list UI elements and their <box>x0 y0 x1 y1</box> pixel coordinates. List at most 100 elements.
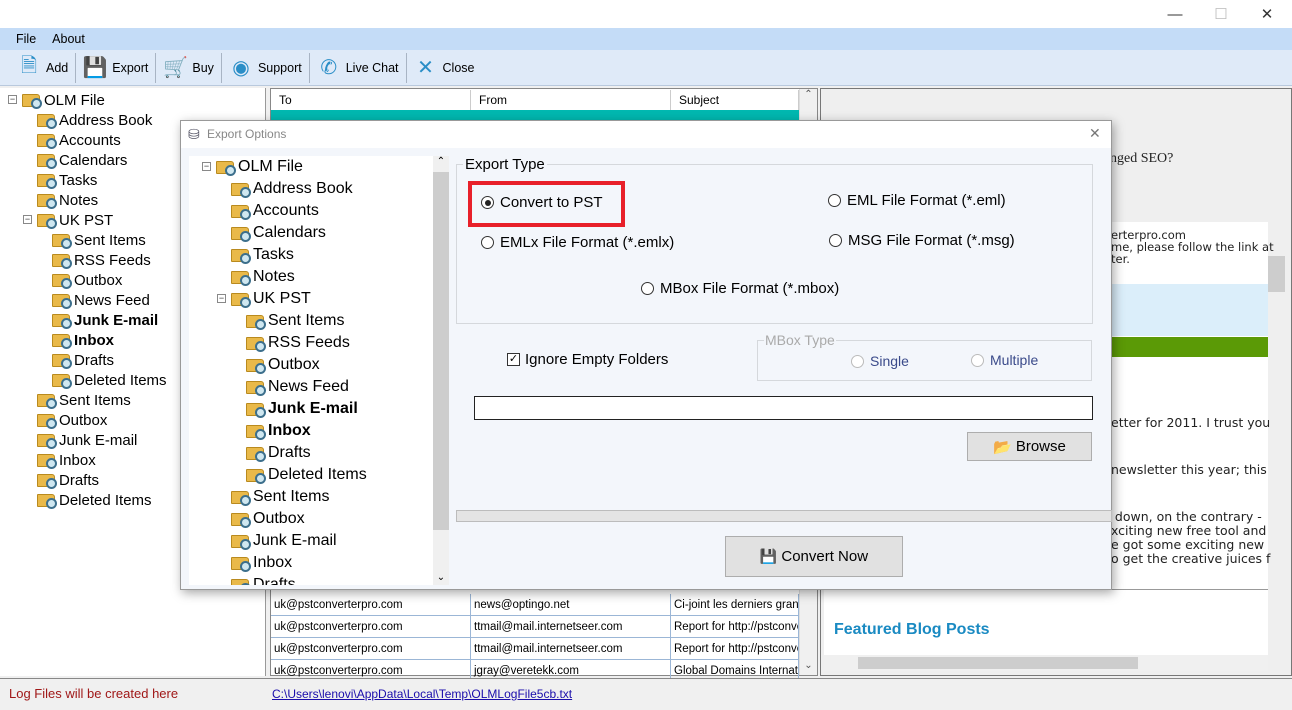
scroll-thumb[interactable] <box>433 172 449 530</box>
tree-item[interactable]: Drafts <box>231 574 296 585</box>
tree-item[interactable]: Inbox <box>37 450 96 470</box>
tree-item[interactable]: Sent Items <box>37 390 131 410</box>
tree-item[interactable]: Deleted Items <box>246 464 367 486</box>
close-window-button[interactable]: ✕ <box>1244 0 1290 28</box>
browse-button[interactable]: 📂 Browse <box>967 432 1092 461</box>
scroll-up-icon[interactable]: ⌃ <box>433 156 449 167</box>
column-header-from[interactable]: From <box>471 90 671 110</box>
tree-item-label: News Feed <box>74 291 150 309</box>
radio-icon[interactable] <box>828 194 841 207</box>
option-convert-to-pst[interactable]: Convert to PST <box>481 194 603 211</box>
table-row[interactable]: uk@pstconverterpro.com news@optingo.net Ci… <box>271 594 799 616</box>
tree-item[interactable]: Sent Items <box>52 230 146 250</box>
close-button[interactable]: ✕ Close <box>407 53 482 83</box>
tree-item[interactable]: Sent Items <box>231 486 329 508</box>
table-row[interactable]: uk@pstconverterpro.com ttmail@mail.intern… <box>271 638 799 660</box>
ignore-empty-folders-checkbox[interactable]: ✓ Ignore Empty Folders <box>507 351 668 368</box>
column-header-subject[interactable]: Subject <box>671 90 799 110</box>
radio-icon[interactable] <box>641 282 654 295</box>
scroll-down-icon[interactable]: ⌄ <box>800 660 817 671</box>
tree-item[interactable]: Accounts <box>37 130 121 150</box>
tree-item[interactable]: Calendars <box>231 222 326 244</box>
tree-item[interactable]: − UK PST <box>23 210 113 230</box>
tree-item[interactable]: Tasks <box>231 244 294 266</box>
column-header-to[interactable]: To <box>271 90 471 110</box>
tree-item-label: Inbox <box>59 451 96 469</box>
tree-item[interactable]: Deleted Items <box>37 490 152 510</box>
tree-item[interactable]: − OLM File <box>202 156 303 178</box>
tree-item[interactable]: − UK PST <box>217 288 311 310</box>
maximize-button[interactable]: ☐ <box>1198 0 1244 28</box>
tree-item-label: UK PST <box>253 290 311 307</box>
radio-icon[interactable] <box>829 234 842 247</box>
option-emlx[interactable]: EMLx File Format (*.emlx) <box>481 234 674 251</box>
tree-item[interactable]: News Feed <box>246 376 349 398</box>
collapse-icon[interactable]: − <box>202 162 211 171</box>
tree-item[interactable]: RSS Feeds <box>246 332 350 354</box>
preview-hscrollbar[interactable] <box>824 655 1268 671</box>
table-row[interactable]: uk@pstconverterpro.com ttmail@mail.intern… <box>271 616 799 638</box>
collapse-icon[interactable]: − <box>23 215 32 224</box>
mbox-multiple-option[interactable]: Multiple <box>971 352 1038 368</box>
option-eml[interactable]: EML File Format (*.eml) <box>828 192 1006 209</box>
tree-item[interactable]: Deleted Items <box>52 370 167 390</box>
export-button[interactable]: 💾 Export <box>76 52 157 83</box>
support-label: Support <box>257 60 302 75</box>
collapse-icon[interactable]: − <box>217 294 226 303</box>
mbox-single-option[interactable]: Single <box>851 353 909 369</box>
dialog-tree-scrollbar[interactable]: ⌃ ⌄ <box>433 156 449 585</box>
tree-item[interactable]: Outbox <box>52 270 122 290</box>
dialog-close-button[interactable]: ✕ <box>1089 125 1101 142</box>
tree-item[interactable]: Notes <box>37 190 98 210</box>
radio-icon[interactable] <box>481 196 494 209</box>
tree-item[interactable]: Outbox <box>37 410 107 430</box>
tree-item[interactable]: Accounts <box>231 200 319 222</box>
buy-button[interactable]: 🛒 Buy <box>156 52 222 83</box>
tree-item[interactable]: News Feed <box>52 290 150 310</box>
tree-item[interactable]: − OLM File <box>8 90 105 110</box>
collapse-icon[interactable]: − <box>8 95 17 104</box>
tree-item[interactable]: Inbox <box>52 330 114 350</box>
tree-item[interactable]: Inbox <box>246 420 311 442</box>
preview-vscrollbar[interactable] <box>1268 244 1285 654</box>
minimize-button[interactable]: — <box>1152 0 1198 28</box>
output-path-input[interactable] <box>474 396 1093 420</box>
tree-item[interactable]: Junk E-mail <box>52 310 158 330</box>
tree-item[interactable]: Outbox <box>246 354 320 376</box>
option-mbox[interactable]: MBox File Format (*.mbox) <box>641 280 839 297</box>
log-path-link[interactable]: C:\Users\lenovi\AppData\Local\Temp\OLMLo… <box>272 687 572 701</box>
add-button[interactable]: 🗎 Add <box>10 52 77 83</box>
menu-file[interactable]: File <box>8 32 44 46</box>
scroll-up-icon[interactable]: ⌃ <box>800 89 817 100</box>
radio-icon[interactable] <box>851 354 864 368</box>
tree-item[interactable]: Junk E-mail <box>231 530 337 552</box>
tree-item[interactable]: Tasks <box>37 170 97 190</box>
checkbox-checked-icon[interactable]: ✓ <box>507 353 520 366</box>
live-chat-button[interactable]: ✆ Live Chat <box>310 52 407 83</box>
tree-item[interactable]: Drafts <box>37 470 99 490</box>
tree-item[interactable]: Calendars <box>37 150 127 170</box>
menu-bar: File About <box>0 28 1292 50</box>
option-label: EML File Format (*.eml) <box>847 192 1006 209</box>
scroll-down-icon[interactable]: ⌄ <box>433 572 449 583</box>
tree-item[interactable]: Sent Items <box>246 310 344 332</box>
radio-icon[interactable] <box>481 236 494 249</box>
scroll-thumb[interactable] <box>1268 256 1285 292</box>
tree-item[interactable]: Address Book <box>37 110 152 130</box>
radio-icon[interactable] <box>971 353 984 367</box>
scroll-thumb[interactable] <box>858 657 1138 669</box>
tree-item-label: Deleted Items <box>59 491 152 509</box>
tree-item[interactable]: Junk E-mail <box>246 398 358 420</box>
menu-about[interactable]: About <box>44 32 93 46</box>
tree-item[interactable]: RSS Feeds <box>52 250 151 270</box>
tree-item[interactable]: Junk E-mail <box>37 430 137 450</box>
tree-item[interactable]: Drafts <box>246 442 311 464</box>
option-msg[interactable]: MSG File Format (*.msg) <box>829 232 1015 249</box>
tree-item[interactable]: Inbox <box>231 552 292 574</box>
support-button[interactable]: ◉ Support <box>222 52 310 83</box>
convert-now-button[interactable]: 💾 Convert Now <box>725 536 903 577</box>
tree-item[interactable]: Address Book <box>231 178 353 200</box>
tree-item[interactable]: Drafts <box>52 350 114 370</box>
tree-item[interactable]: Outbox <box>231 508 305 530</box>
tree-item[interactable]: Notes <box>231 266 295 288</box>
